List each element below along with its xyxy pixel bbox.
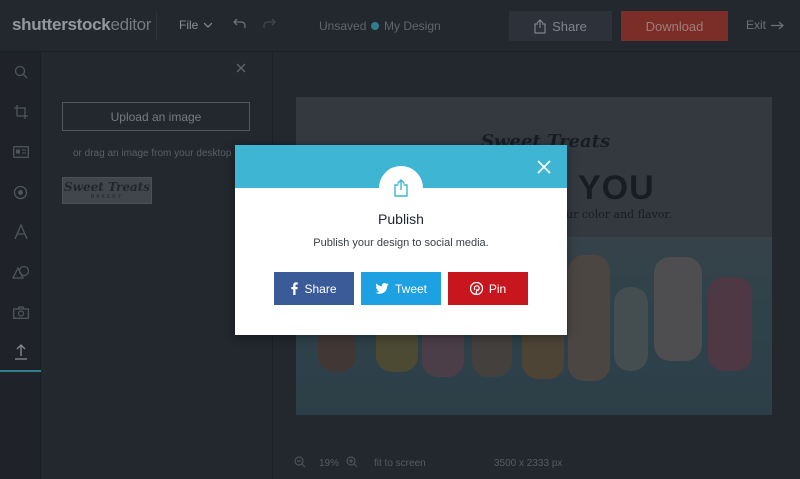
dialog-title: Publish [378,211,424,227]
dialog-close-icon[interactable] [533,156,555,178]
twitter-tweet-button[interactable]: Tweet [361,272,441,305]
editor-app: shutterstockeditor File Unsaved My Desig… [0,0,800,479]
publish-badge [379,166,423,210]
pinterest-icon [469,282,483,295]
facebook-share-label: Share [304,281,337,296]
facebook-icon [291,282,299,295]
pinterest-pin-button[interactable]: Pin [448,272,528,305]
twitter-tweet-label: Tweet [394,281,427,296]
share-icon [394,179,408,197]
twitter-icon [375,283,389,294]
publish-dialog: Publish Publish your design to social me… [235,145,567,335]
pinterest-pin-label: Pin [488,281,507,296]
dialog-description: Publish your design to social media. [313,237,489,249]
facebook-share-button[interactable]: Share [274,272,354,305]
